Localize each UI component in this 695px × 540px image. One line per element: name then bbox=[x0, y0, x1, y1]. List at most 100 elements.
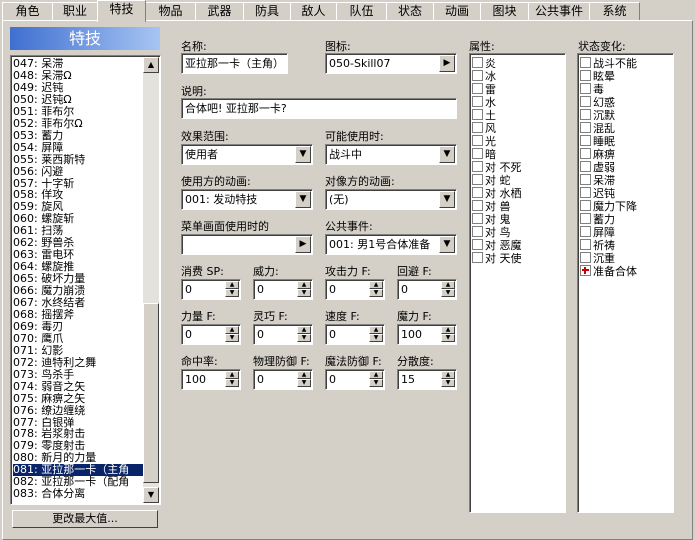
list-item[interactable]: 074: 弱音之矢 bbox=[13, 381, 143, 393]
checkbox-icon[interactable] bbox=[472, 148, 483, 159]
checkbox-icon[interactable] bbox=[472, 122, 483, 133]
list-item[interactable]: 050: 迟钝Ω bbox=[13, 94, 143, 106]
intf-stepper[interactable]: 100 ▲ ▼ bbox=[397, 324, 457, 345]
checkbox-icon[interactable] bbox=[580, 239, 591, 250]
mdef-stepper[interactable]: 0 ▲ ▼ bbox=[325, 369, 385, 390]
checkbox-icon[interactable] bbox=[472, 83, 483, 94]
list-item[interactable]: 048: 呆滞Ω bbox=[13, 70, 143, 82]
list-item[interactable]: 047: 呆滞 bbox=[13, 58, 143, 70]
state-checkbox[interactable]: 麻痹 bbox=[580, 148, 615, 161]
list-scrollbar[interactable]: ▲ ▼ bbox=[143, 57, 159, 503]
tab-7[interactable]: 队伍 bbox=[336, 2, 387, 20]
spin-arrows-icon[interactable]: ▲ ▼ bbox=[225, 326, 239, 343]
power-stepper[interactable]: 0 ▲ ▼ bbox=[253, 279, 313, 300]
checkbox-icon[interactable] bbox=[580, 187, 591, 198]
list-item[interactable]: 075: 麻痹之矢 bbox=[13, 393, 143, 405]
scroll-up-icon[interactable]: ▲ bbox=[143, 57, 159, 73]
spin-arrows-icon[interactable]: ▲ ▼ bbox=[369, 326, 383, 343]
chevron-down-icon[interactable]: ▼ bbox=[295, 191, 311, 208]
change-max-button[interactable]: 更改最大值... bbox=[12, 510, 158, 528]
attribute-checkbox[interactable]: 炎 bbox=[472, 57, 496, 70]
checkbox-icon[interactable] bbox=[472, 109, 483, 120]
attribute-checkbox[interactable]: 对 天使 bbox=[472, 252, 522, 265]
checkbox-icon[interactable] bbox=[472, 252, 483, 263]
variance-stepper[interactable]: 15 ▲ ▼ bbox=[397, 369, 457, 390]
checkbox-icon[interactable] bbox=[580, 57, 591, 68]
tab-9[interactable]: 动画 bbox=[433, 2, 481, 20]
list-item[interactable]: 076: 缭边缠绕 bbox=[13, 405, 143, 417]
checkbox-icon[interactable] bbox=[472, 57, 483, 68]
attribute-checkbox[interactable]: 对 鸟 bbox=[472, 226, 511, 239]
list-item[interactable]: 062: 野兽杀 bbox=[13, 237, 143, 249]
spin-arrows-icon[interactable]: ▲ ▼ bbox=[441, 371, 455, 388]
state-checkbox[interactable]: 幻惑 bbox=[580, 96, 615, 109]
checkbox-icon[interactable] bbox=[580, 70, 591, 81]
attribute-checkbox[interactable]: 风 bbox=[472, 122, 496, 135]
target-anim-select[interactable]: (无) ▼ bbox=[325, 189, 457, 210]
checkbox-icon[interactable] bbox=[472, 96, 483, 107]
tab-10[interactable]: 图块 bbox=[480, 2, 529, 20]
checkbox-icon[interactable] bbox=[580, 226, 591, 237]
chevron-down-icon[interactable]: ▼ bbox=[295, 146, 311, 163]
list-item[interactable]: 078: 岩浆射击 bbox=[13, 428, 143, 440]
checkbox-icon[interactable] bbox=[580, 213, 591, 224]
list-item[interactable]: 065: 破坏力量 bbox=[13, 273, 143, 285]
state-checkbox[interactable]: 迟钝 bbox=[580, 187, 615, 200]
list-item[interactable]: 073: 鸟杀手 bbox=[13, 369, 143, 381]
spin-arrows-icon[interactable]: ▲ ▼ bbox=[369, 371, 383, 388]
list-item[interactable]: 072: 迪特利之舞 bbox=[13, 357, 143, 369]
checkbox-icon[interactable] bbox=[472, 135, 483, 146]
state-checkbox[interactable]: 祈祷 bbox=[580, 239, 615, 252]
hit-stepper[interactable]: 100 ▲ ▼ bbox=[181, 369, 241, 390]
spin-arrows-icon[interactable]: ▲ ▼ bbox=[297, 326, 311, 343]
tab-5[interactable]: 防具 bbox=[243, 2, 291, 20]
list-item[interactable]: 069: 毒刃 bbox=[13, 321, 143, 333]
attribute-checkbox[interactable]: 光 bbox=[472, 135, 496, 148]
tab-12[interactable]: 系统 bbox=[589, 2, 640, 20]
checkbox-icon[interactable] bbox=[580, 148, 591, 159]
chevron-down-icon[interactable]: ▼ bbox=[439, 191, 455, 208]
list-item[interactable]: 071: 幻影 bbox=[13, 345, 143, 357]
checkbox-icon[interactable] bbox=[472, 70, 483, 81]
menu-se-browse-icon[interactable]: ▶ bbox=[295, 236, 311, 253]
attribute-checkbox[interactable]: 土 bbox=[472, 109, 496, 122]
tab-3[interactable]: 物品 bbox=[145, 2, 196, 20]
list-item[interactable]: 080: 新月的力量 bbox=[13, 452, 143, 464]
state-checkbox[interactable]: 准备合体 bbox=[580, 265, 637, 278]
list-item[interactable]: 067: 水终结者 bbox=[13, 297, 143, 309]
list-item[interactable]: 059: 旋风 bbox=[13, 201, 143, 213]
checkbox-icon[interactable] bbox=[472, 174, 483, 185]
plus-icon[interactable] bbox=[580, 265, 591, 276]
atkf-stepper[interactable]: 0 ▲ ▼ bbox=[325, 279, 385, 300]
attribute-checkbox[interactable]: 对 不死 bbox=[472, 161, 522, 174]
chevron-down-icon[interactable]: ▼ bbox=[439, 146, 455, 163]
evaf-stepper[interactable]: 0 ▲ ▼ bbox=[397, 279, 457, 300]
state-checkbox[interactable]: 屏障 bbox=[580, 226, 615, 239]
checkbox-icon[interactable] bbox=[580, 109, 591, 120]
menu-se-field[interactable]: ▶ bbox=[181, 234, 313, 255]
list-item[interactable]: 081: 亚拉那一卡（主角 bbox=[13, 464, 143, 477]
spin-arrows-icon[interactable]: ▲ ▼ bbox=[225, 281, 239, 298]
state-checkbox[interactable]: 虚弱 bbox=[580, 161, 615, 174]
icon-field[interactable]: 050-Skill07 ▶ bbox=[325, 53, 457, 74]
attribute-checkbox[interactable]: 对 鬼 bbox=[472, 213, 511, 226]
scope-select[interactable]: 使用者 ▼ bbox=[181, 144, 313, 165]
state-checkbox[interactable]: 混乱 bbox=[580, 122, 615, 135]
checkbox-icon[interactable] bbox=[580, 83, 591, 94]
list-item[interactable]: 049: 迟钝 bbox=[13, 82, 143, 94]
list-item[interactable]: 056: 闪避 bbox=[13, 166, 143, 178]
checkbox-icon[interactable] bbox=[472, 161, 483, 172]
state-checkbox[interactable]: 魔力下降 bbox=[580, 200, 637, 213]
state-checkbox[interactable]: 呆滞 bbox=[580, 174, 615, 187]
user-anim-select[interactable]: 001: 发动特技 ▼ bbox=[181, 189, 313, 210]
list-item[interactable]: 060: 螺旋斩 bbox=[13, 213, 143, 225]
state-checkbox[interactable]: 睡眠 bbox=[580, 135, 615, 148]
checkbox-icon[interactable] bbox=[472, 226, 483, 237]
list-item[interactable]: 063: 雷电环 bbox=[13, 249, 143, 261]
skill-list[interactable]: ▲ ▼ 047: 呆滞 048: 呆滞Ω 049: 迟钝 050: 迟钝Ω 051: 菲… bbox=[10, 55, 161, 505]
spin-arrows-icon[interactable]: ▲ ▼ bbox=[297, 371, 311, 388]
state-checkbox[interactable]: 蓄力 bbox=[580, 213, 615, 226]
attribute-checkbox[interactable]: 冰 bbox=[472, 70, 496, 83]
dexf-stepper[interactable]: 0 ▲ ▼ bbox=[253, 324, 313, 345]
checkbox-icon[interactable] bbox=[580, 96, 591, 107]
